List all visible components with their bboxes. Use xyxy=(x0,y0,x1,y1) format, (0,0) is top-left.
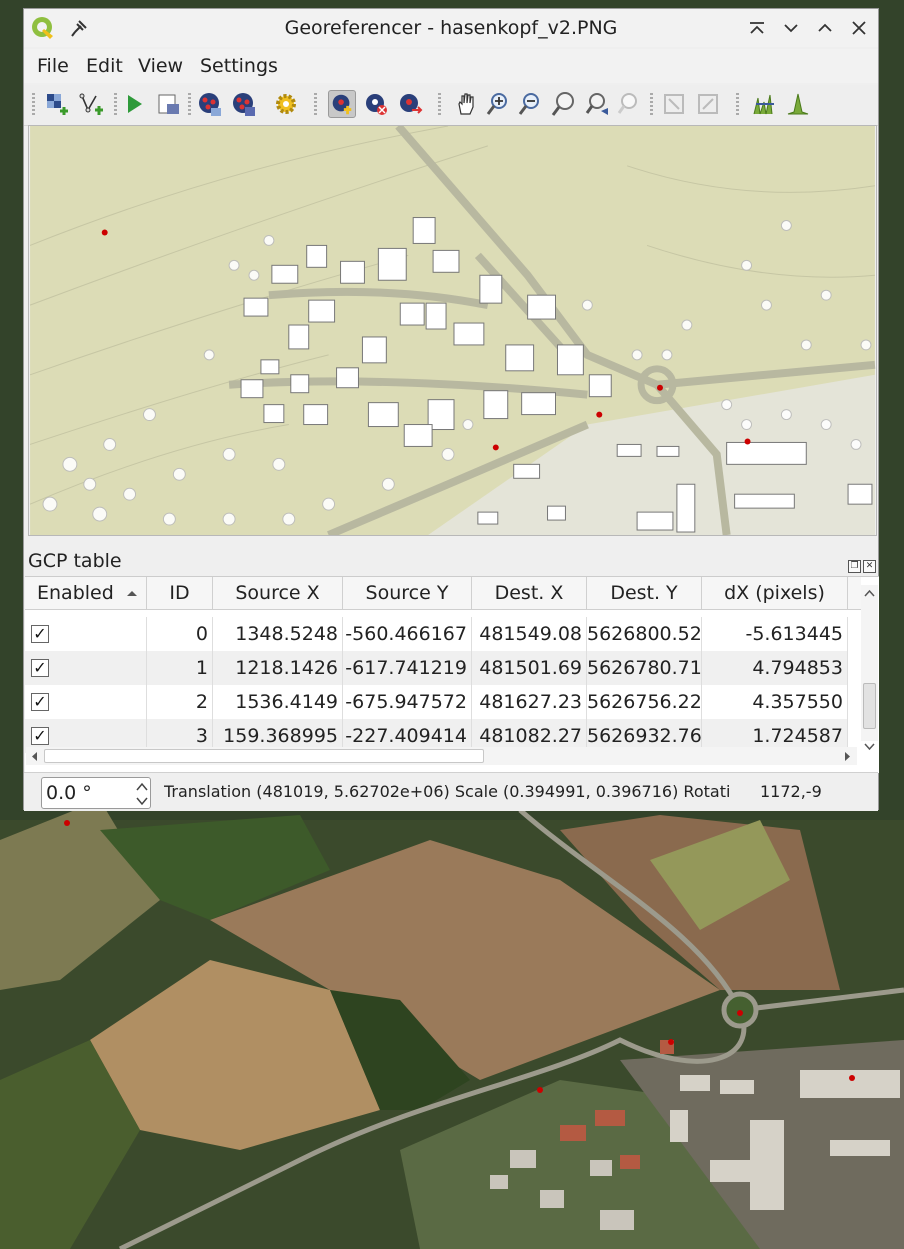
col-source-y[interactable]: Source Y xyxy=(343,577,472,610)
col-dest-y[interactable]: Dest. Y xyxy=(587,577,702,610)
menu-settings[interactable]: Settings xyxy=(200,55,278,77)
enabled-checkbox[interactable]: ✓ xyxy=(31,693,49,711)
menu-view[interactable]: View xyxy=(138,55,183,77)
save-gcp-points-icon[interactable] xyxy=(230,90,258,118)
cell-dest-x[interactable]: 481627.23 xyxy=(472,685,587,719)
cell-source-x[interactable]: 1536.4149 xyxy=(213,685,343,719)
title-bar[interactable]: Georeferencer - hasenkopf_v2.PNG xyxy=(24,9,878,47)
cell-dest-x[interactable]: 481501.69 xyxy=(472,651,587,685)
transformation-settings-icon[interactable] xyxy=(272,90,300,118)
sort-asc-icon xyxy=(127,591,137,596)
cell-dest-y[interactable]: 5626756.22 xyxy=(587,685,702,719)
menu-bar: File Edit View Settings xyxy=(24,49,878,83)
float-dock-icon[interactable]: ❐ xyxy=(848,560,861,573)
scroll-down-icon[interactable] xyxy=(864,743,875,751)
cell-source-x[interactable]: 1348.5248 xyxy=(213,617,343,651)
rotation-value: 0.0 ° xyxy=(46,782,92,804)
delete-point-icon[interactable] xyxy=(362,90,390,118)
status-bar: 0.0 ° Translation (481019, 5.62702e+06) … xyxy=(24,772,878,811)
menu-file[interactable]: File xyxy=(37,55,69,77)
pan-icon[interactable] xyxy=(452,90,480,118)
maximize-icon[interactable] xyxy=(812,15,838,41)
vertical-scrollbar[interactable] xyxy=(861,585,878,751)
cell-dest-x[interactable]: 481549.08 xyxy=(472,617,587,651)
move-point-icon[interactable] xyxy=(396,90,424,118)
dock-splitter[interactable] xyxy=(24,537,878,543)
coordinate-readout: 1172,-9 xyxy=(760,782,822,801)
cell-dx-pixels: -5.613445 xyxy=(702,617,848,651)
col-dest-x[interactable]: Dest. X xyxy=(472,577,587,610)
enabled-checkbox[interactable]: ✓ xyxy=(31,727,49,745)
generate-gdal-script-icon[interactable] xyxy=(154,90,182,118)
enabled-checkbox[interactable]: ✓ xyxy=(31,625,49,643)
georeferencer-canvas[interactable] xyxy=(28,125,877,536)
horizontal-scroll-thumb[interactable] xyxy=(44,749,484,763)
cell-dx-pixels: 4.357550 xyxy=(702,685,848,719)
cell-source-y[interactable]: -560.466167 xyxy=(343,617,472,651)
menu-edit[interactable]: Edit xyxy=(86,55,123,77)
col-dx-pixels[interactable]: dX (pixels) xyxy=(702,577,848,610)
transform-summary: Translation (481019, 5.62702e+06) Scale … xyxy=(164,782,730,801)
toolbar xyxy=(24,85,878,126)
cell-id: 1 xyxy=(147,651,213,685)
zoom-out-icon[interactable] xyxy=(516,90,544,118)
enabled-checkbox[interactable]: ✓ xyxy=(31,659,49,677)
keep-above-icon[interactable] xyxy=(744,15,770,41)
spin-arrows-icon[interactable] xyxy=(134,780,150,808)
cell-source-y[interactable]: -617.741219 xyxy=(343,651,472,685)
load-gcp-points-icon[interactable] xyxy=(196,90,224,118)
cell-dx-pixels: 4.794853 xyxy=(702,651,848,685)
georeferencer-window: Georeferencer - hasenkopf_v2.PNG File Ed… xyxy=(23,8,879,811)
cell-id: 0 xyxy=(147,617,213,651)
cell-source-x[interactable]: 1218.1426 xyxy=(213,651,343,685)
close-dock-icon[interactable]: ✕ xyxy=(863,560,876,573)
cell-source-y[interactable]: -675.947572 xyxy=(343,685,472,719)
add-point-icon[interactable] xyxy=(328,90,356,118)
close-icon[interactable] xyxy=(846,15,872,41)
link-georeferencer-icon[interactable] xyxy=(660,90,688,118)
col-enabled[interactable]: Enabled xyxy=(25,577,147,610)
zoom-in-icon[interactable] xyxy=(484,90,512,118)
open-raster-icon[interactable] xyxy=(44,90,72,118)
scroll-right-icon[interactable] xyxy=(844,751,852,762)
table-row[interactable]: ✓ 1 1218.1426 -617.741219 481501.69 5626… xyxy=(25,651,848,685)
scroll-left-icon[interactable] xyxy=(30,751,38,762)
full-histogram-stretch-icon[interactable] xyxy=(750,90,778,118)
cell-dest-y[interactable]: 5626780.71 xyxy=(587,651,702,685)
cell-id: 2 xyxy=(147,685,213,719)
table-row[interactable]: ✓ 0 1348.5248 -560.466167 481549.08 5626… xyxy=(25,617,848,651)
gcp-table: Enabled ID Source X Source Y Dest. X Des… xyxy=(25,576,879,773)
start-georeferencing-icon[interactable] xyxy=(120,90,148,118)
zoom-to-layer-icon[interactable] xyxy=(550,90,578,118)
table-row[interactable]: ✓ 2 1536.4149 -675.947572 481627.23 5626… xyxy=(25,685,848,719)
zoom-next-icon[interactable] xyxy=(616,90,644,118)
scroll-up-icon[interactable] xyxy=(864,589,875,597)
gcp-table-title: GCP table xyxy=(28,550,122,572)
col-id[interactable]: ID xyxy=(147,577,213,610)
minimize-icon[interactable] xyxy=(778,15,804,41)
horizontal-scrollbar[interactable] xyxy=(26,747,857,765)
link-qgis-icon[interactable] xyxy=(694,90,722,118)
cell-dest-y[interactable]: 5626800.52 xyxy=(587,617,702,651)
add-gcp-layer-icon[interactable] xyxy=(78,90,106,118)
vertical-scroll-thumb[interactable] xyxy=(863,683,876,729)
col-source-x[interactable]: Source X xyxy=(213,577,343,610)
zoom-last-icon[interactable] xyxy=(584,90,612,118)
local-histogram-stretch-icon[interactable] xyxy=(784,90,812,118)
col-more xyxy=(848,577,861,610)
